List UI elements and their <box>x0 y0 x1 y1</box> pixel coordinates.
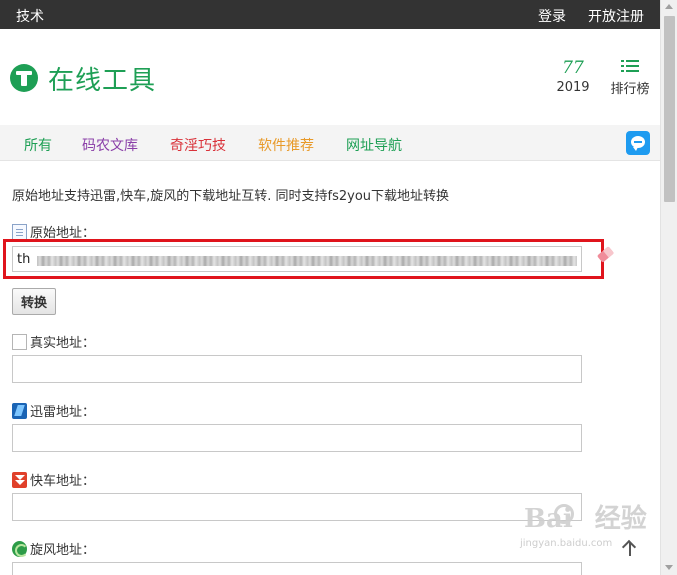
site-title[interactable]: 在线工具 <box>48 60 156 97</box>
real-address-label: 真实地址： <box>12 332 95 351</box>
nav-item-tricks[interactable]: 奇淫巧技 <box>170 135 226 155</box>
kuaiche-address-input[interactable] <box>12 493 582 521</box>
register-link[interactable]: 开放注册 <box>588 6 644 26</box>
xuanfeng-address-label-text: 旋风地址： <box>30 543 96 558</box>
xunlei-address-input[interactable] <box>12 424 582 452</box>
stats-count-value: 77 <box>562 58 584 78</box>
nav-item-all[interactable]: 所有 <box>24 135 52 155</box>
xunlei-address-label: 迅雷地址： <box>12 401 95 420</box>
stats-count[interactable]: 77 2019 <box>556 58 590 95</box>
nav-item-url-nav[interactable]: 网址导航 <box>346 135 402 155</box>
kuaiche-address-label: 快车地址： <box>12 470 95 489</box>
topbar-account-links: 登录 开放注册 <box>538 6 644 26</box>
document-icon <box>12 223 27 240</box>
convert-button[interactable]: 转换 <box>12 288 56 315</box>
site-logo-icon[interactable] <box>10 64 38 92</box>
watermark-url: jingyan.baidu.com <box>520 538 613 549</box>
kuaiche-address-label-text: 快车地址： <box>30 474 96 489</box>
topbar-tech-link[interactable]: 技术 <box>16 6 44 26</box>
list-icon <box>621 60 639 75</box>
ranking-label: 排行榜 <box>610 82 650 97</box>
blank-document-icon <box>12 333 27 350</box>
xunlei-icon <box>12 402 27 419</box>
top-bar: 技术 登录 开放注册 <box>0 0 660 29</box>
category-nav: 所有 码农文库 奇淫巧技 软件推荐 网址导航 <box>0 125 660 161</box>
real-address-input[interactable] <box>12 355 582 383</box>
nav-item-software[interactable]: 软件推荐 <box>258 135 314 155</box>
scroll-up-arrow-icon[interactable] <box>665 4 673 9</box>
scrollbar-thumb[interactable] <box>664 16 675 202</box>
tool-description: 原始地址支持迅雷,快车,旋风的下载地址互转. 同时支持fs2you下载地址转换 <box>12 189 450 204</box>
highlight-box <box>3 239 604 279</box>
kuaiche-icon <box>12 471 27 488</box>
scroll-down-arrow-icon[interactable] <box>665 565 673 570</box>
ranking-link[interactable]: 排行榜 <box>608 58 652 97</box>
back-to-top-icon[interactable] <box>620 538 640 558</box>
nav-item-coder-library[interactable]: 码农文库 <box>82 135 138 155</box>
login-link[interactable]: 登录 <box>538 6 566 26</box>
xuanfeng-address-label: 旋风地址： <box>12 539 95 558</box>
real-address-label-text: 真实地址： <box>30 336 96 351</box>
site-header: 在线工具 77 2019 排行榜 <box>0 29 660 125</box>
xuanfeng-icon <box>12 540 28 557</box>
xunlei-address-label-text: 迅雷地址： <box>30 405 96 420</box>
page-scrollbar[interactable] <box>660 0 677 575</box>
paw-icon <box>554 504 574 524</box>
stats-year: 2019 <box>556 80 590 95</box>
xuanfeng-address-input[interactable] <box>12 562 582 575</box>
watermark-brand: Bai 经验 <box>524 504 647 534</box>
chat-bubble-icon[interactable] <box>626 131 650 155</box>
